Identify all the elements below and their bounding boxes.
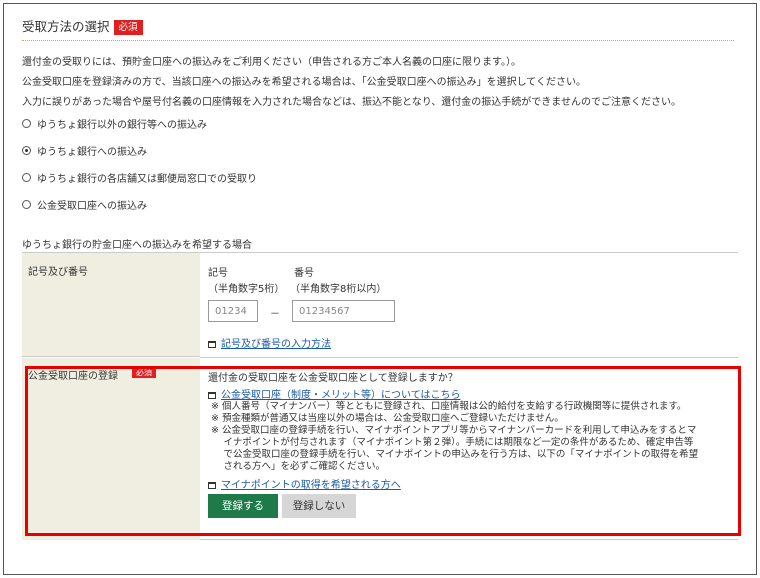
radio-yucho-transfer[interactable]: ゆうちょ銀行への振込み	[22, 143, 147, 158]
input-separator: －	[270, 309, 280, 320]
bango-label: 番号	[294, 268, 314, 279]
radio-public-account[interactable]: 公金受取口座への振込み	[22, 197, 147, 212]
howto-link-row[interactable]: 記号及び番号の入力方法	[208, 335, 331, 350]
koukin-question: 還付金の受取口座を公金受取口座として登録しますか？	[208, 373, 458, 384]
register-button[interactable]: 登録する	[208, 494, 278, 518]
note-line: イナポイントが付与されます（マイナポイント第２弾）。手続には期限など一定の条件が…	[211, 437, 694, 448]
radio-label: ゆうちょ銀行への振込み	[37, 147, 147, 158]
label-cell-koukin: 公金受取口座の登録 必須	[22, 358, 200, 540]
radio-label: ゆうちょ銀行以外の銀行等への振込み	[37, 120, 207, 131]
radio-circle[interactable]	[22, 173, 31, 182]
radio-label: 公金受取口座への振込み	[37, 201, 147, 212]
radio-circle[interactable]	[22, 119, 31, 128]
note-line: ※ 公金受取口座の登録手続を行い、マイナポイントアプリ等からマイナンバーカードを…	[211, 425, 697, 436]
mynapoint-link[interactable]: マイナポイントの取得を希望される方へ	[221, 480, 401, 491]
note-line: ※ 預金種類が普通又は当座以外の場合は、公金受取口座へご登録いただけません。	[211, 413, 564, 424]
kigo-hint: （半角数字5桁）	[208, 284, 285, 295]
radio-circle[interactable]	[22, 200, 31, 209]
radio-label: ゆうちょ銀行の各店舗又は郵便局窓口での受取り	[37, 174, 257, 185]
label-cell-kigo-bango: 記号及び番号	[22, 253, 200, 357]
kigo-input[interactable]	[208, 300, 258, 322]
external-link-icon	[208, 392, 216, 399]
description-line: 公金受取口座を登録済みの方で、当該口座への振込みを希望される場合は、「公金受取口…	[22, 77, 586, 88]
radio-other-bank[interactable]: ゆうちょ銀行以外の銀行等への振込み	[22, 116, 207, 131]
note-line: で公金受取口座の登録手続を行い、マイナポイントの申込みを行う方は、以下の「マイナ…	[211, 449, 699, 460]
yucho-section-heading: ゆうちょ銀行の貯金口座への振込みを希望する場合	[22, 240, 252, 251]
kigo-label: 記号	[208, 268, 228, 279]
description-line: 還付金の受取りには、預貯金口座への振込みをご利用ください（申告される方ご本人名義…	[22, 57, 521, 68]
radio-circle-selected[interactable]	[22, 146, 31, 155]
no-register-button[interactable]: 登録しない	[282, 494, 356, 518]
about-koukin-link[interactable]: 公金受取口座（制度・メリット等）についてはこちら	[221, 390, 461, 401]
about-link-row[interactable]: 公金受取口座（制度・メリット等）についてはこちら	[208, 386, 461, 401]
point-link-row[interactable]: マイナポイントの取得を希望される方へ	[208, 476, 401, 491]
bango-hint: （半角数字8桁以内）	[290, 284, 387, 295]
section-title-text: 受取方法の選択	[22, 19, 110, 34]
radio-post-office-pickup[interactable]: ゆうちょ銀行の各店舗又は郵便局窓口での受取り	[22, 170, 257, 185]
row-divider	[200, 357, 738, 358]
row-label: 公金受取口座の登録	[28, 371, 118, 382]
howto-link[interactable]: 記号及び番号の入力方法	[221, 339, 331, 350]
description-line: 入力に誤りがあった場合や屋号付名義の口座情報を入力された場合などは、振込不能とな…	[22, 97, 681, 108]
required-badge: 必須	[132, 367, 156, 378]
external-link-icon	[208, 341, 216, 348]
row-label: 記号及び番号	[28, 267, 88, 278]
required-badge: 必須	[113, 20, 143, 35]
note-line: ※ 個人番号（マイナンバー）等とともに登録され、口座情報は公的給付を支給する行政…	[211, 401, 687, 412]
bango-input[interactable]	[292, 300, 395, 322]
section-title: 受取方法の選択 必須	[22, 16, 143, 35]
note-line: される方へ」を必ずご確認ください。	[211, 461, 386, 472]
external-link-icon	[208, 482, 216, 489]
title-divider	[22, 40, 734, 41]
